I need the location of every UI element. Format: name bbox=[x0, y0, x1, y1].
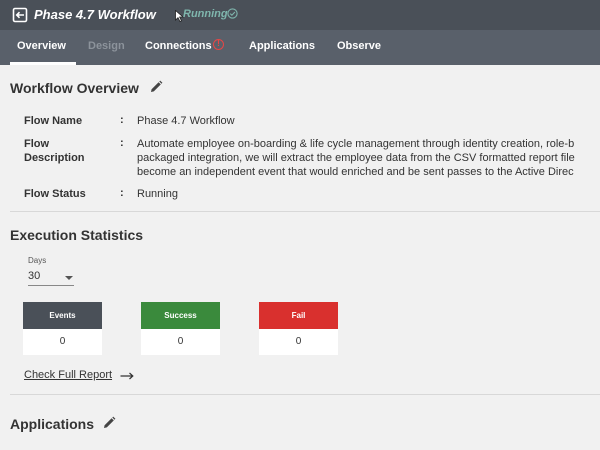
check-circle-icon bbox=[227, 8, 238, 19]
flow-description-line: packaged integration, we will extract th… bbox=[137, 152, 575, 164]
fail-count: 0 bbox=[259, 329, 338, 355]
flow-name-value: Phase 4.7 Workflow bbox=[137, 115, 235, 127]
flow-description-line: become an independent event that would e… bbox=[137, 166, 574, 178]
tab-connections[interactable]: Connections bbox=[145, 40, 212, 52]
workflow-status: Running bbox=[183, 8, 228, 20]
tab-overview[interactable]: Overview bbox=[17, 40, 66, 52]
events-card-header: Events bbox=[23, 302, 102, 329]
days-select[interactable]: 30 bbox=[28, 268, 74, 286]
flow-status-value: Running bbox=[137, 188, 178, 200]
tab-observe[interactable]: Observe bbox=[337, 40, 381, 52]
tab-applications[interactable]: Applications bbox=[249, 40, 315, 52]
back-exit-icon[interactable] bbox=[12, 7, 28, 23]
events-count: 0 bbox=[23, 329, 102, 355]
section-title-applications: Applications bbox=[10, 416, 95, 432]
tab-design: Design bbox=[88, 40, 125, 52]
flow-description-label-line1: Flow bbox=[24, 138, 50, 150]
success-count: 0 bbox=[141, 329, 220, 355]
days-label: Days bbox=[28, 256, 47, 265]
edit-pencil-icon[interactable] bbox=[149, 80, 163, 94]
active-tab-indicator bbox=[10, 62, 76, 65]
section-divider bbox=[10, 394, 600, 395]
caret-down-icon bbox=[65, 276, 73, 280]
alert-icon bbox=[213, 38, 224, 50]
section-title-workflow-overview: Workflow Overview bbox=[10, 80, 139, 96]
flow-description-line: Automate employee on-boarding & life cyc… bbox=[137, 138, 575, 150]
success-card-header: Success bbox=[141, 302, 220, 329]
arrow-right-icon[interactable] bbox=[120, 372, 134, 380]
separator: : bbox=[120, 137, 124, 149]
check-full-report-link[interactable]: Check Full Report bbox=[24, 369, 112, 381]
separator: : bbox=[120, 114, 124, 126]
flow-name-label: Flow Name bbox=[24, 115, 83, 127]
edit-pencil-icon[interactable] bbox=[102, 416, 116, 430]
tab-bar: Overview Design Connections Applications… bbox=[0, 30, 600, 65]
days-value: 30 bbox=[28, 270, 41, 282]
flow-status-label: Flow Status bbox=[24, 188, 86, 200]
section-divider bbox=[10, 211, 600, 212]
flow-description-label-line2: Description bbox=[24, 152, 85, 164]
top-bar: Phase 4.7 Workflow Running bbox=[0, 0, 600, 30]
fail-card-header: Fail bbox=[259, 302, 338, 329]
separator: : bbox=[120, 187, 124, 199]
section-title-execution-statistics: Execution Statistics bbox=[10, 227, 144, 243]
workflow-title: Phase 4.7 Workflow bbox=[34, 7, 156, 22]
